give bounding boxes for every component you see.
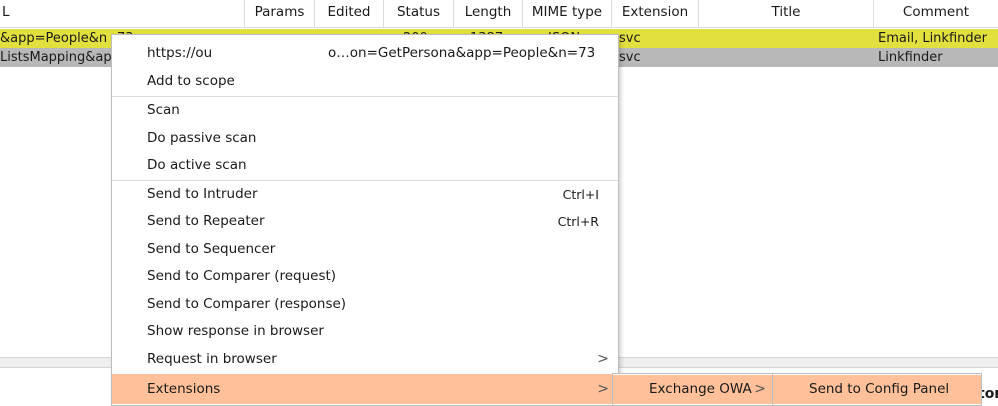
menu-item-send-to-repeater[interactable]: Send to Repeater Ctrl+R — [112, 208, 618, 235]
menu-item-send-to-config-panel[interactable]: Send to Config Panel — [773, 375, 981, 404]
column-header-comment[interactable]: Comment — [874, 0, 998, 27]
menu-item-active-scan[interactable]: Do active scan — [112, 152, 618, 179]
menu-item-passive-scan[interactable]: Do passive scan — [112, 125, 618, 152]
column-header-title[interactable]: Title — [699, 0, 874, 27]
column-header-extension[interactable]: Extension — [612, 0, 699, 27]
cell-url: &app=People&n — [0, 31, 108, 46]
chevron-right-icon: > — [754, 381, 766, 397]
submenu-exchange-owa: Send to Config Panel — [772, 373, 982, 406]
shortcut-label: Ctrl+R — [557, 214, 599, 229]
cell-extension: svc — [619, 31, 641, 46]
menu-item-send-to-comparer-response[interactable]: Send to Comparer (response) — [112, 291, 618, 318]
column-header-length[interactable]: Length — [454, 0, 523, 27]
column-header-edited[interactable]: Edited — [315, 0, 384, 27]
submenu-extensions: Exchange OWA > — [612, 373, 776, 406]
menu-item-label: Request in browser — [147, 351, 277, 367]
shortcut-label: Ctrl+I — [562, 187, 599, 202]
cell-comment: Email, Linkfinder — [878, 31, 987, 46]
menu-item-add-to-scope[interactable]: Add to scope — [112, 68, 618, 95]
chevron-right-icon: > — [597, 381, 609, 397]
column-header-status[interactable]: Status — [384, 0, 454, 27]
cell-url: ListsMapping&ap — [0, 50, 112, 65]
menu-item-label: Extensions — [147, 381, 221, 397]
column-header-url[interactable]: L — [0, 0, 245, 27]
menu-item-scan[interactable]: Scan — [112, 97, 618, 124]
menu-item-exchange-owa[interactable]: Exchange OWA > — [613, 375, 775, 404]
cell-comment: Linkfinder — [878, 50, 943, 65]
menu-item-url[interactable]: https://ou o…on=GetPersona&app=People&n=… — [112, 40, 618, 67]
menu-item-label: Send to Intruder — [147, 186, 258, 202]
menu-item-request-in-browser[interactable]: Request in browser > — [112, 346, 618, 373]
cell-extension: svc — [619, 50, 641, 65]
column-header-params[interactable]: Params — [245, 0, 315, 27]
table-header: L Params Edited Status Length MIME type … — [0, 0, 998, 28]
menu-url-end: o…on=GetPersona&app=People&n=73 — [328, 45, 596, 61]
menu-item-send-to-sequencer[interactable]: Send to Sequencer — [112, 236, 618, 263]
column-header-mime[interactable]: MIME type — [523, 0, 612, 27]
menu-item-send-to-intruder[interactable]: Send to Intruder Ctrl+I — [112, 181, 618, 208]
menu-item-send-to-comparer-request[interactable]: Send to Comparer (request) — [112, 263, 618, 290]
menu-item-show-response-in-browser[interactable]: Show response in browser — [112, 318, 618, 345]
menu-item-label: Exchange OWA — [649, 381, 752, 397]
menu-item-extensions[interactable]: Extensions > — [112, 374, 618, 404]
context-menu: https://ou o…on=GetPersona&app=People&n=… — [111, 34, 619, 406]
menu-url-start: https://ou — [147, 45, 213, 61]
chevron-right-icon: > — [597, 351, 609, 367]
menu-item-label: Send to Repeater — [147, 213, 265, 229]
